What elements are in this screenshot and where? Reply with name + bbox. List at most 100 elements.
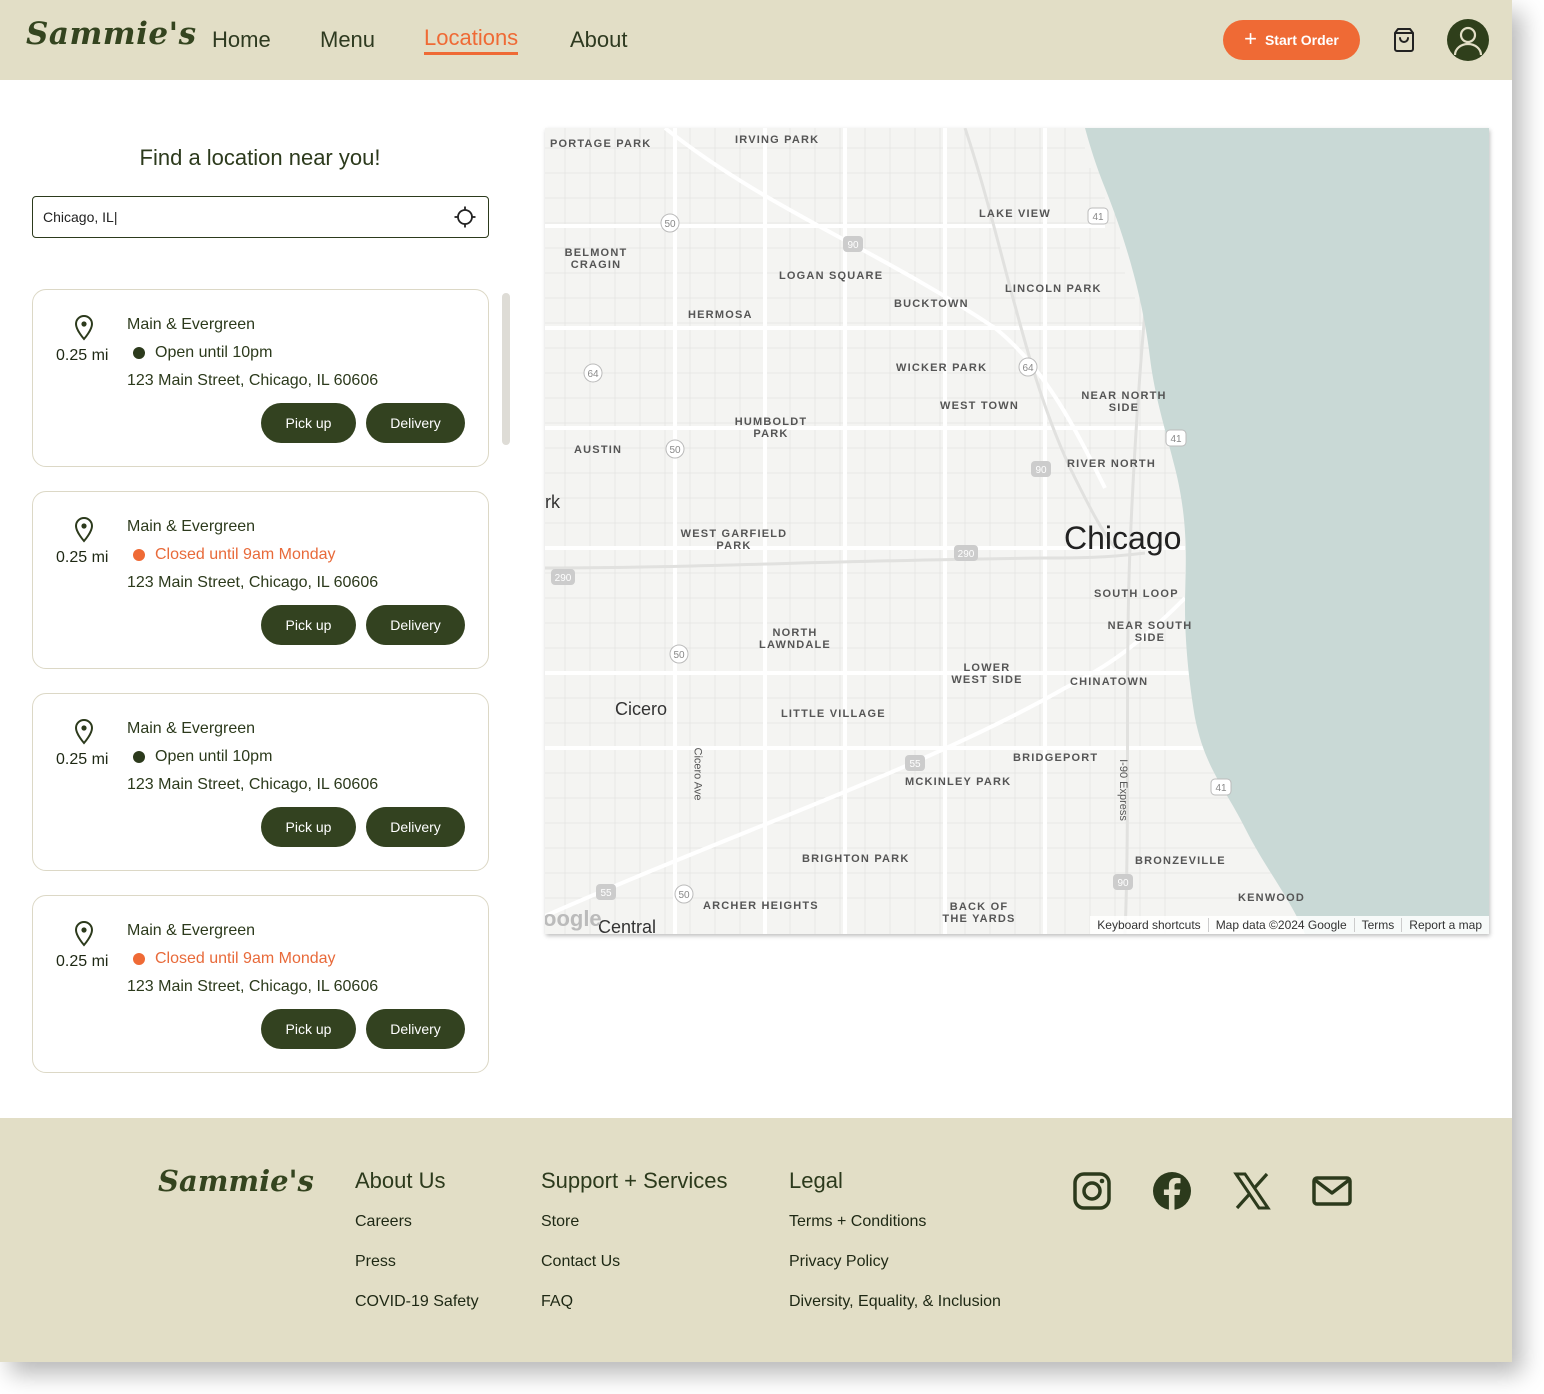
status-dot xyxy=(133,953,145,965)
brand-logo[interactable]: Sammie's xyxy=(26,16,197,52)
pick-up-button[interactable]: Pick up xyxy=(261,1009,356,1049)
keyboard-shortcuts-link[interactable]: Keyboard shortcuts xyxy=(1090,918,1207,932)
report-map-link[interactable]: Report a map xyxy=(1401,918,1489,932)
nav-locations[interactable]: Locations xyxy=(424,25,519,55)
location-name: Main & Evergreen xyxy=(127,316,256,333)
location-pin-icon xyxy=(74,314,94,341)
pick-up-button[interactable]: Pick up xyxy=(261,403,356,443)
map-label: LITTLE VILLAGE xyxy=(781,708,886,720)
map-label: LOWER WEST SIDE xyxy=(951,662,1023,686)
facebook-icon[interactable] xyxy=(1151,1170,1193,1212)
delivery-button[interactable]: Delivery xyxy=(366,403,465,443)
svg-text:55: 55 xyxy=(600,888,612,899)
delivery-button[interactable]: Delivery xyxy=(366,807,465,847)
map-label: KENWOOD xyxy=(1238,892,1306,904)
location-map[interactable]: 50 64 50 50 50 64 90 90 290 290 55 55 90… xyxy=(545,128,1489,934)
svg-text:90: 90 xyxy=(847,240,859,251)
map-label: BACK OF THE YARDS xyxy=(942,901,1016,925)
start-order-label: Start Order xyxy=(1264,32,1339,48)
pick-up-button[interactable]: Pick up xyxy=(261,605,356,645)
location-status-text: Closed until 9am Monday xyxy=(155,950,336,967)
location-address: 123 Main Street, Chicago, IL 60606 xyxy=(127,574,379,591)
pick-up-button[interactable]: Pick up xyxy=(261,807,356,847)
svg-text:50: 50 xyxy=(669,445,681,456)
footer-link-press[interactable]: Press xyxy=(355,1253,396,1271)
location-address: 123 Main Street, Chicago, IL 60606 xyxy=(127,372,379,389)
svg-text:90: 90 xyxy=(1035,465,1047,476)
svg-text:41: 41 xyxy=(1170,434,1182,445)
map-label: NEAR SOUTH SIDE xyxy=(1107,620,1193,644)
location-list-scrollbar[interactable] xyxy=(502,293,510,445)
find-location-title: Find a location near you! xyxy=(139,145,381,170)
map-label: WEST TOWN xyxy=(940,400,1020,412)
location-name: Main & Evergreen xyxy=(127,518,256,535)
location-name: Main & Evergreen xyxy=(127,720,256,737)
footer-link-contact[interactable]: Contact Us xyxy=(541,1253,620,1271)
location-card[interactable]: 0.25 mi Main & Evergreen Closed until 9a… xyxy=(32,895,489,1073)
road-label: I-90 Express xyxy=(1116,759,1129,821)
map-label: NEAR NORTH SIDE xyxy=(1081,390,1167,414)
location-search-input[interactable] xyxy=(43,206,443,228)
delivery-button[interactable]: Delivery xyxy=(366,605,465,645)
location-address: 123 Main Street, Chicago, IL 60606 xyxy=(127,776,379,793)
map-label: WEST GARFIELD PARK xyxy=(680,528,788,552)
map-attribution: Keyboard shortcuts Map data ©2024 Google… xyxy=(1090,916,1489,934)
status-dot xyxy=(133,549,145,561)
svg-text:50: 50 xyxy=(664,219,676,230)
plus-icon: + xyxy=(1244,26,1257,51)
svg-text:50: 50 xyxy=(678,890,690,901)
footer-link-privacy[interactable]: Privacy Policy xyxy=(789,1253,889,1271)
page: Sammie's Home Menu Locations About + Sta… xyxy=(0,0,1512,1362)
map-label: IRVING PARK xyxy=(735,134,820,146)
footer-link-dei[interactable]: Diversity, Equality, & Inclusion xyxy=(789,1293,1001,1311)
footer-link-careers[interactable]: Careers xyxy=(355,1213,412,1231)
footer-logo[interactable]: Sammie's xyxy=(158,1164,314,1198)
crosshair-locate-icon[interactable] xyxy=(454,206,476,228)
location-distance: 0.25 mi xyxy=(56,347,109,364)
map-label: MCKINLEY PARK xyxy=(905,776,1012,788)
map-label: PORTAGE PARK xyxy=(550,138,652,150)
delivery-button[interactable]: Delivery xyxy=(366,1009,465,1049)
nav-about[interactable]: About xyxy=(570,27,628,53)
status-dot xyxy=(133,751,145,763)
location-status: Open until 10pm xyxy=(127,748,272,766)
svg-text:64: 64 xyxy=(1022,363,1034,374)
map-label: BRONZEVILLE xyxy=(1135,855,1226,867)
nav-menu[interactable]: Menu xyxy=(320,27,375,53)
map-suburb-label: Cicero xyxy=(615,699,668,719)
map-label: BELMONT CRAGIN xyxy=(564,247,628,271)
svg-text:50: 50 xyxy=(673,650,685,661)
nav-home[interactable]: Home xyxy=(212,27,271,53)
start-order-button[interactable]: + Start Order xyxy=(1223,20,1360,60)
location-address: 123 Main Street, Chicago, IL 60606 xyxy=(127,978,379,995)
svg-text:90: 90 xyxy=(1117,878,1129,889)
footer-about-title: About Us xyxy=(355,1168,446,1193)
svg-text:41: 41 xyxy=(1092,212,1104,223)
map-label: AUSTIN xyxy=(574,444,623,456)
instagram-icon[interactable] xyxy=(1071,1170,1113,1212)
mail-icon[interactable] xyxy=(1311,1170,1353,1212)
footer-link-faq[interactable]: FAQ xyxy=(541,1293,573,1311)
x-twitter-icon[interactable] xyxy=(1231,1170,1273,1212)
map-city-label: Chicago xyxy=(1064,520,1182,556)
google-logo: oogle xyxy=(545,906,602,931)
user-avatar-icon[interactable] xyxy=(1447,19,1489,61)
map-label: LAKE VIEW xyxy=(979,208,1051,220)
location-card[interactable]: 0.25 mi Main & Evergreen Open until 10pm… xyxy=(32,289,489,467)
map-label: BRIGHTON PARK xyxy=(802,853,910,865)
location-card[interactable]: 0.25 mi Main & Evergreen Closed until 9a… xyxy=(32,491,489,669)
svg-text:55: 55 xyxy=(909,759,921,770)
site-header: Sammie's Home Menu Locations About + Sta… xyxy=(0,0,1512,80)
footer-link-store[interactable]: Store xyxy=(541,1213,579,1231)
footer-link-terms[interactable]: Terms + Conditions xyxy=(789,1213,926,1231)
footer-link-covid[interactable]: COVID-19 Safety xyxy=(355,1293,479,1311)
shopping-bag-icon[interactable] xyxy=(1389,25,1419,55)
svg-text:41: 41 xyxy=(1215,783,1227,794)
svg-text:290: 290 xyxy=(555,573,572,584)
map-label: RIVER NORTH xyxy=(1067,458,1156,470)
location-card[interactable]: 0.25 mi Main & Evergreen Open until 10pm… xyxy=(32,693,489,871)
map-label: CHINATOWN xyxy=(1070,676,1149,688)
location-distance: 0.25 mi xyxy=(56,549,109,566)
terms-link[interactable]: Terms xyxy=(1353,918,1402,932)
road-label: Cicero Ave xyxy=(691,747,704,801)
